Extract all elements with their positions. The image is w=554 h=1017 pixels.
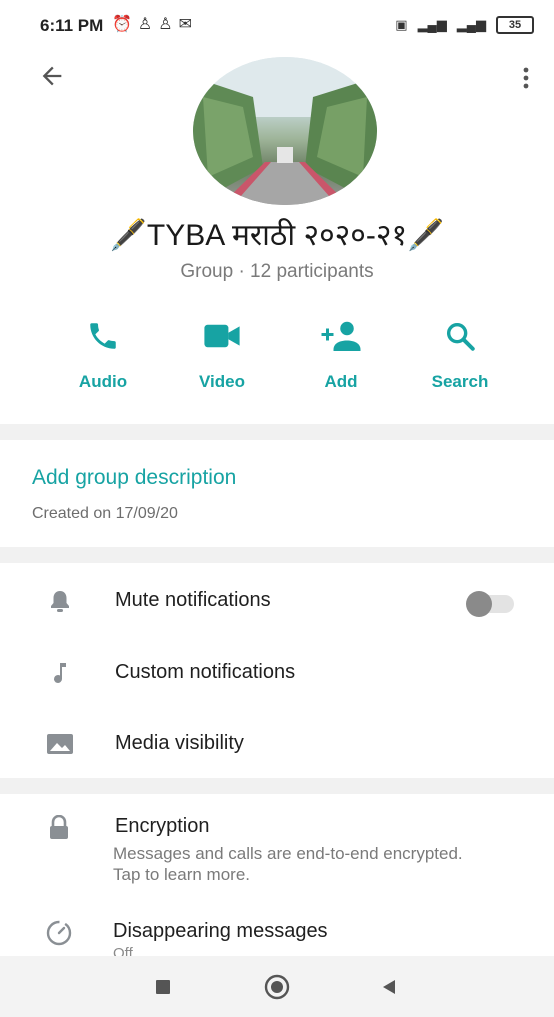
arrow-back-icon (42, 66, 62, 86)
mute-notifications-label: Mute notifications (115, 589, 271, 611)
more-options-button[interactable] (514, 60, 538, 96)
add-participant-button[interactable]: Add (281, 314, 401, 392)
mute-notifications-row[interactable]: Mute notifications (0, 571, 554, 631)
system-nav-bar (0, 956, 554, 1017)
media-visibility-label: Media visibility (115, 732, 244, 754)
gmail-icon: ✉ (178, 16, 199, 33)
lock-icon (50, 814, 68, 839)
video-call-button[interactable]: Video (162, 314, 282, 392)
vibrate-icon: ▣ (395, 17, 408, 32)
bell-icon (51, 591, 69, 612)
status-time: 6:11 PM (40, 16, 104, 35)
back-button[interactable] (34, 58, 70, 94)
battery-icon: 35 (496, 16, 534, 34)
encryption-title: Encryption (115, 815, 210, 837)
back-nav-button[interactable] (374, 972, 404, 1002)
disappearing-messages-title: Disappearing messages (113, 920, 328, 942)
person-icon: ♙ (158, 16, 179, 33)
encryption-subtitle: Messages and calls are end-to-end encryp… (113, 844, 463, 884)
status-system-icons: ▣ ▂▄▆ ▂▄▆ 35 (395, 16, 534, 34)
triangle-back-icon (383, 980, 395, 994)
group-avatar[interactable] (193, 57, 377, 205)
person-icon: ♙ (137, 16, 159, 33)
signal-4g-icon: ▂▄▆ (417, 17, 447, 32)
add-label: Add (324, 372, 358, 391)
square-icon (156, 980, 170, 994)
timer-icon (46, 920, 72, 946)
mute-notifications-toggle[interactable] (466, 591, 514, 617)
group-participants-count: Group · 12 participants (180, 261, 374, 282)
section-divider (0, 547, 554, 563)
lock-icon-wrap (48, 814, 70, 846)
home-button[interactable] (262, 972, 292, 1002)
section-divider (0, 424, 554, 440)
audio-call-button[interactable]: Audio (43, 314, 163, 392)
circle-icon (264, 974, 290, 1000)
music-note-icon (54, 663, 66, 683)
custom-notifications-row[interactable]: Custom notifications (0, 643, 554, 703)
phone-icon (90, 323, 116, 349)
group-title: 🖋️TYBA मराठी २०२०-२१🖋️ (109, 219, 445, 252)
add-group-description-link[interactable]: Add group description (32, 466, 236, 490)
video-label: Video (199, 372, 245, 391)
signal-icon: ▂▄▆ (456, 17, 486, 32)
audio-label: Audio (78, 372, 128, 391)
videocam-icon (204, 324, 240, 348)
person-add-icon (321, 321, 361, 351)
more-vert-icon (523, 67, 529, 89)
recents-button[interactable] (148, 972, 178, 1002)
image-icon (47, 734, 73, 754)
alarm-off-icon: ⏰ (112, 16, 138, 33)
custom-notifications-label: Custom notifications (115, 661, 296, 683)
search-label: Search (431, 372, 489, 391)
status-notification-icons: ⏰♙♙✉ (112, 14, 198, 34)
group-created-date: Created on 17/09/20 (32, 505, 178, 522)
search-icon (446, 322, 475, 351)
status-bar: 6:11 PM ⏰♙♙✉ ▣ ▂▄▆ ▂▄▆ 35 (0, 0, 554, 56)
search-button[interactable]: Search (400, 314, 520, 392)
media-visibility-row[interactable]: Media visibility (0, 714, 554, 774)
toggle-knob (466, 591, 492, 617)
action-row: Audio Video Add Search (0, 314, 554, 404)
timer-icon-wrap (44, 918, 74, 953)
section-divider (0, 778, 554, 794)
